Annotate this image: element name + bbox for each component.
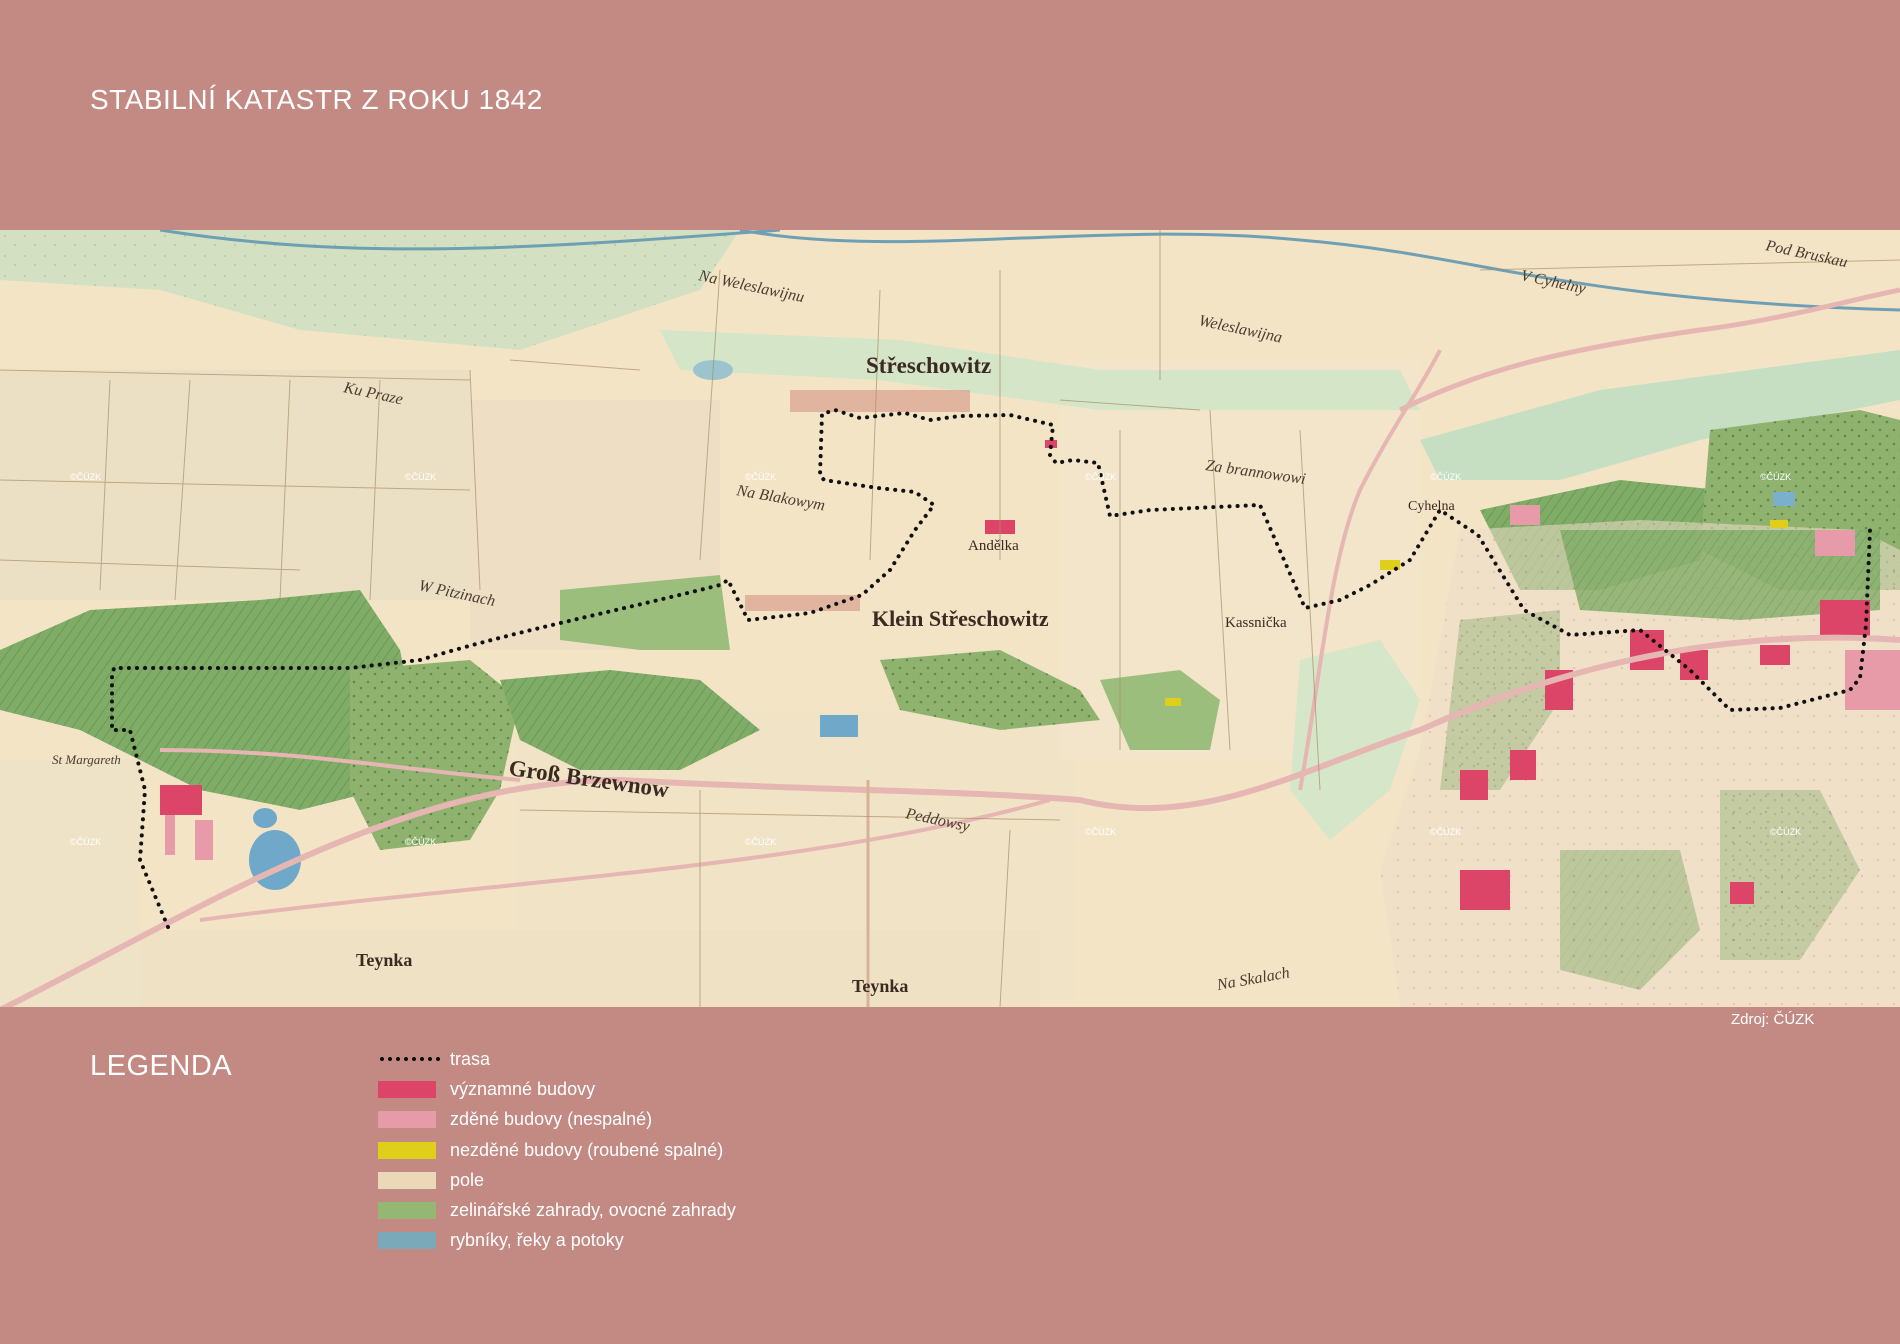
map-canvas: Střeschowitz Klein Střeschowitz Groß Brz…: [0, 230, 1900, 1007]
cadastral-map[interactable]: Střeschowitz Klein Střeschowitz Groß Brz…: [0, 230, 1900, 1007]
svg-text:©ČÚZK: ©ČÚZK: [70, 837, 101, 847]
svg-text:©ČÚZK: ©ČÚZK: [70, 472, 101, 482]
color-swatch: [378, 1171, 436, 1189]
label-cyhelna: Cyhelna: [1408, 499, 1455, 514]
svg-text:©ČÚZK: ©ČÚZK: [1770, 827, 1801, 837]
legend-item-fields: pole: [378, 1165, 736, 1195]
label-klein-streschowitz: Klein Střeschowitz: [872, 606, 1049, 631]
label-teynka-2: Teynka: [852, 976, 908, 996]
label-st-margareth: St Margareth: [52, 752, 121, 767]
label-streschowitz: Střeschowitz: [866, 353, 991, 378]
color-swatch: [378, 1080, 436, 1098]
label-teynka-1: Teynka: [356, 950, 412, 970]
svg-text:©ČÚZK: ©ČÚZK: [745, 837, 776, 847]
svg-text:©ČÚZK: ©ČÚZK: [1430, 827, 1461, 837]
route-dots-icon: [378, 1056, 442, 1063]
svg-text:©ČÚZK: ©ČÚZK: [1085, 827, 1116, 837]
town-area: [1380, 520, 1900, 1007]
legend-item-water: rybníky, řeky a potoky: [378, 1226, 736, 1256]
label-andelka: Andělka: [968, 538, 1019, 554]
svg-text:©ČÚZK: ©ČÚZK: [1085, 472, 1116, 482]
svg-text:©ČÚZK: ©ČÚZK: [745, 472, 776, 482]
legend-item-wooden-buildings: nezděné budovy (roubené spalné): [378, 1135, 736, 1165]
color-swatch: [378, 1202, 436, 1220]
svg-text:©ČÚZK: ©ČÚZK: [1760, 472, 1791, 482]
svg-text:©ČÚZK: ©ČÚZK: [405, 472, 436, 482]
svg-text:©ČÚZK: ©ČÚZK: [405, 837, 436, 847]
legend-heading: LEGENDA: [90, 1050, 233, 1082]
color-swatch: [378, 1111, 436, 1129]
source-note: Zdroj: ČÚZK: [1731, 1011, 1815, 1028]
page-title: STABILNÍ KATASTR Z ROKU 1842: [90, 84, 543, 115]
legend-item-brick-buildings: zděné budovy (nespalné): [378, 1105, 736, 1135]
legend-item-important-buildings: významné budovy: [378, 1074, 736, 1104]
color-swatch: [378, 1141, 436, 1159]
svg-text:©ČÚZK: ©ČÚZK: [1430, 472, 1461, 482]
legend: trasa významné budovy zděné budovy (nesp…: [378, 1044, 736, 1256]
legend-item-route: trasa: [378, 1044, 736, 1074]
legend-item-gardens: zelinářské zahrady, ovocné zahrady: [378, 1195, 736, 1225]
label-kassnicka: Kassnička: [1225, 615, 1287, 631]
color-swatch: [378, 1232, 436, 1250]
